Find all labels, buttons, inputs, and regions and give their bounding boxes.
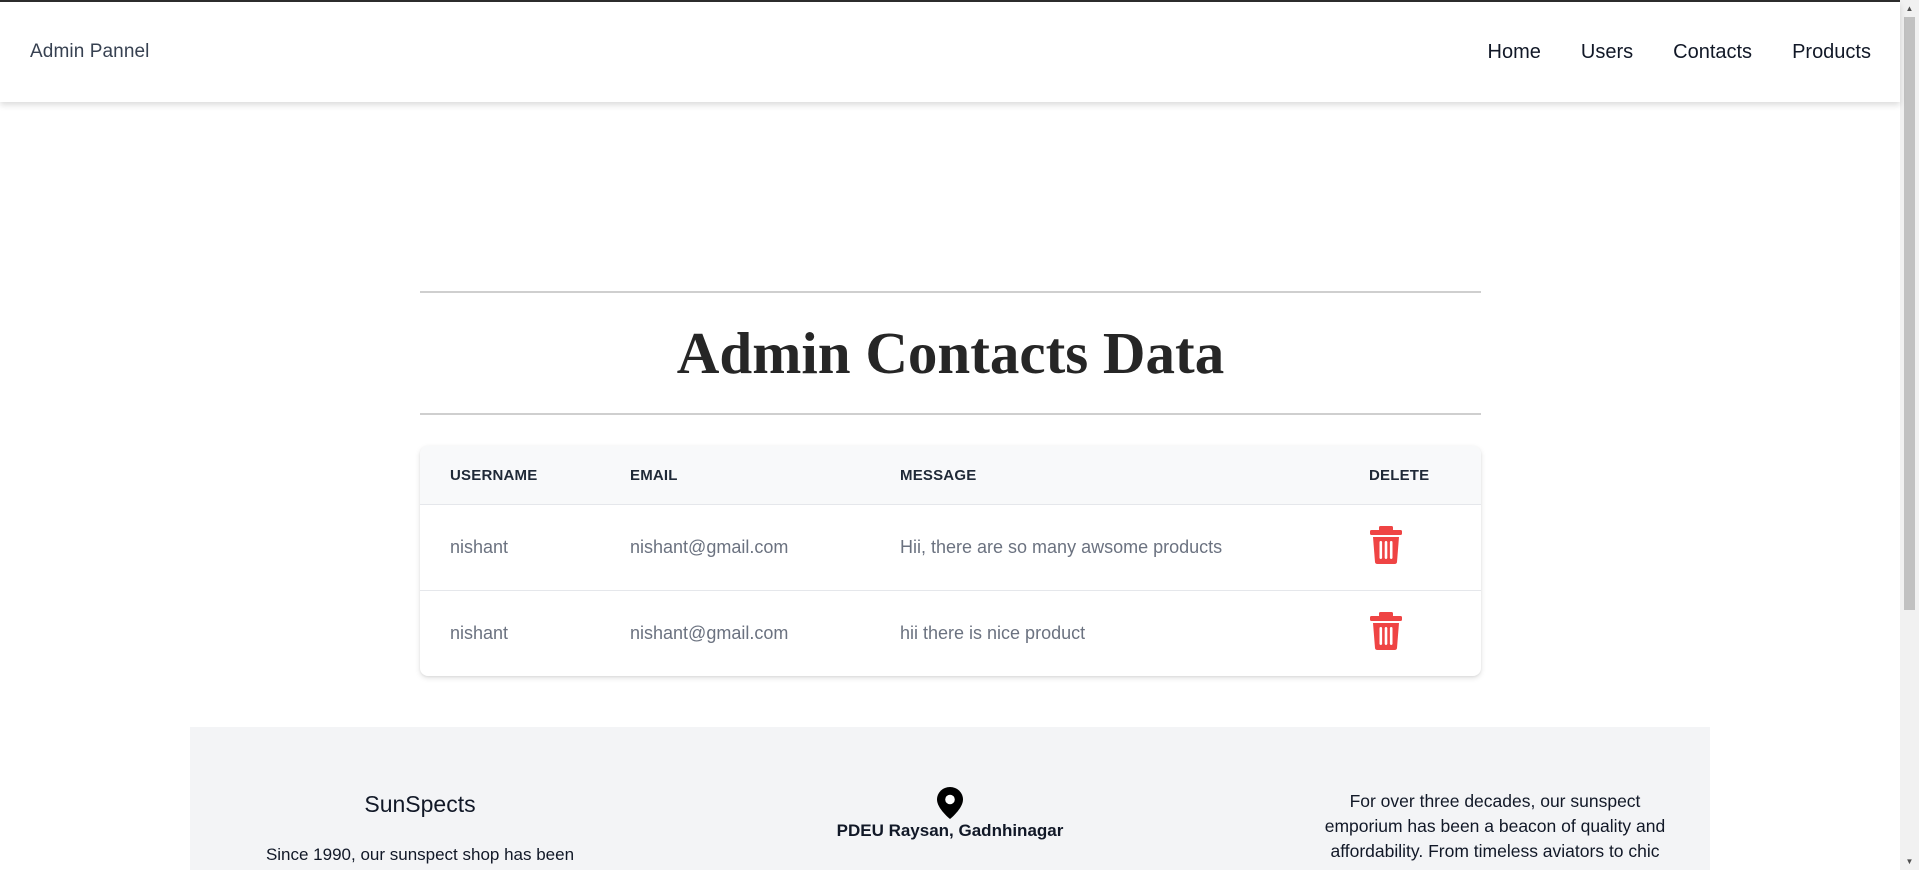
footer-brand-section: SunSpects Since 1990, our sunspect shop … xyxy=(250,791,590,865)
cell-email: nishant@gmail.com xyxy=(630,623,789,643)
column-header-username: USERNAME xyxy=(450,466,538,484)
footer-description: Since 1990, our sunspect shop has been xyxy=(265,845,575,864)
footer-address: PDEU Raysan, Gadnhinagar xyxy=(836,821,1064,840)
footer-about-line: affordability. From timeless aviators to… xyxy=(1330,841,1660,861)
cell-username: nishant xyxy=(450,537,509,557)
footer-brand: SunSpects xyxy=(364,791,476,817)
cell-delete xyxy=(1369,526,1469,569)
vertical-scrollbar[interactable]: ▲ ▼ xyxy=(1900,0,1919,870)
scroll-thumb[interactable] xyxy=(1904,17,1915,610)
nav-link-products[interactable]: Products xyxy=(1792,41,1871,64)
cell-email: nishant@gmail.com xyxy=(630,537,789,557)
nav-link-users[interactable]: Users xyxy=(1581,41,1633,64)
navbar: Admin Pannel Home Users Contacts Product… xyxy=(0,2,1900,102)
map-pin-icon xyxy=(937,787,963,819)
footer-address-section: PDEU Raysan, Gadnhinagar xyxy=(810,787,1090,841)
cell-delete xyxy=(1369,612,1469,655)
main-content: Admin Contacts Data USERNAME EMAIL MESSA… xyxy=(420,291,1481,676)
cell-message: hii there is nice product xyxy=(900,623,1086,643)
trash-icon[interactable] xyxy=(1369,612,1403,650)
footer-about-line: emporium has been a beacon of quality an… xyxy=(1324,816,1666,836)
cell-username: nishant xyxy=(450,623,509,643)
cell-message: Hii, there are so many awsome products xyxy=(900,537,1223,557)
trash-icon[interactable] xyxy=(1369,526,1403,564)
table-header-row: USERNAME EMAIL MESSAGE DELETE xyxy=(420,446,1481,504)
nav-link-home[interactable]: Home xyxy=(1488,41,1541,64)
column-header-email: EMAIL xyxy=(630,466,678,484)
footer-about-section: For over three decades, our sunspect emp… xyxy=(1315,789,1675,864)
scroll-down-arrow-icon[interactable]: ▼ xyxy=(1900,853,1919,870)
nav-links: Home Users Contacts Products xyxy=(1488,41,1871,64)
page-title: Admin Contacts Data xyxy=(676,320,1225,386)
column-header-message: MESSAGE xyxy=(900,466,977,484)
table-row: nishant nishant@gmail.com Hii, there are… xyxy=(420,504,1481,590)
column-header-delete: DELETE xyxy=(1369,466,1430,484)
table-row: nishant nishant@gmail.com hii there is n… xyxy=(420,590,1481,676)
title-bottom-divider xyxy=(420,413,1481,415)
scroll-up-arrow-icon[interactable]: ▲ xyxy=(1900,0,1919,17)
footer: SunSpects Since 1990, our sunspect shop … xyxy=(190,727,1710,870)
footer-about-line: For over three decades, our sunspect xyxy=(1349,791,1641,811)
nav-link-contacts[interactable]: Contacts xyxy=(1673,41,1752,64)
contacts-table: USERNAME EMAIL MESSAGE DELETE nishant ni… xyxy=(420,446,1481,676)
brand-title: Admin Pannel xyxy=(30,41,150,62)
